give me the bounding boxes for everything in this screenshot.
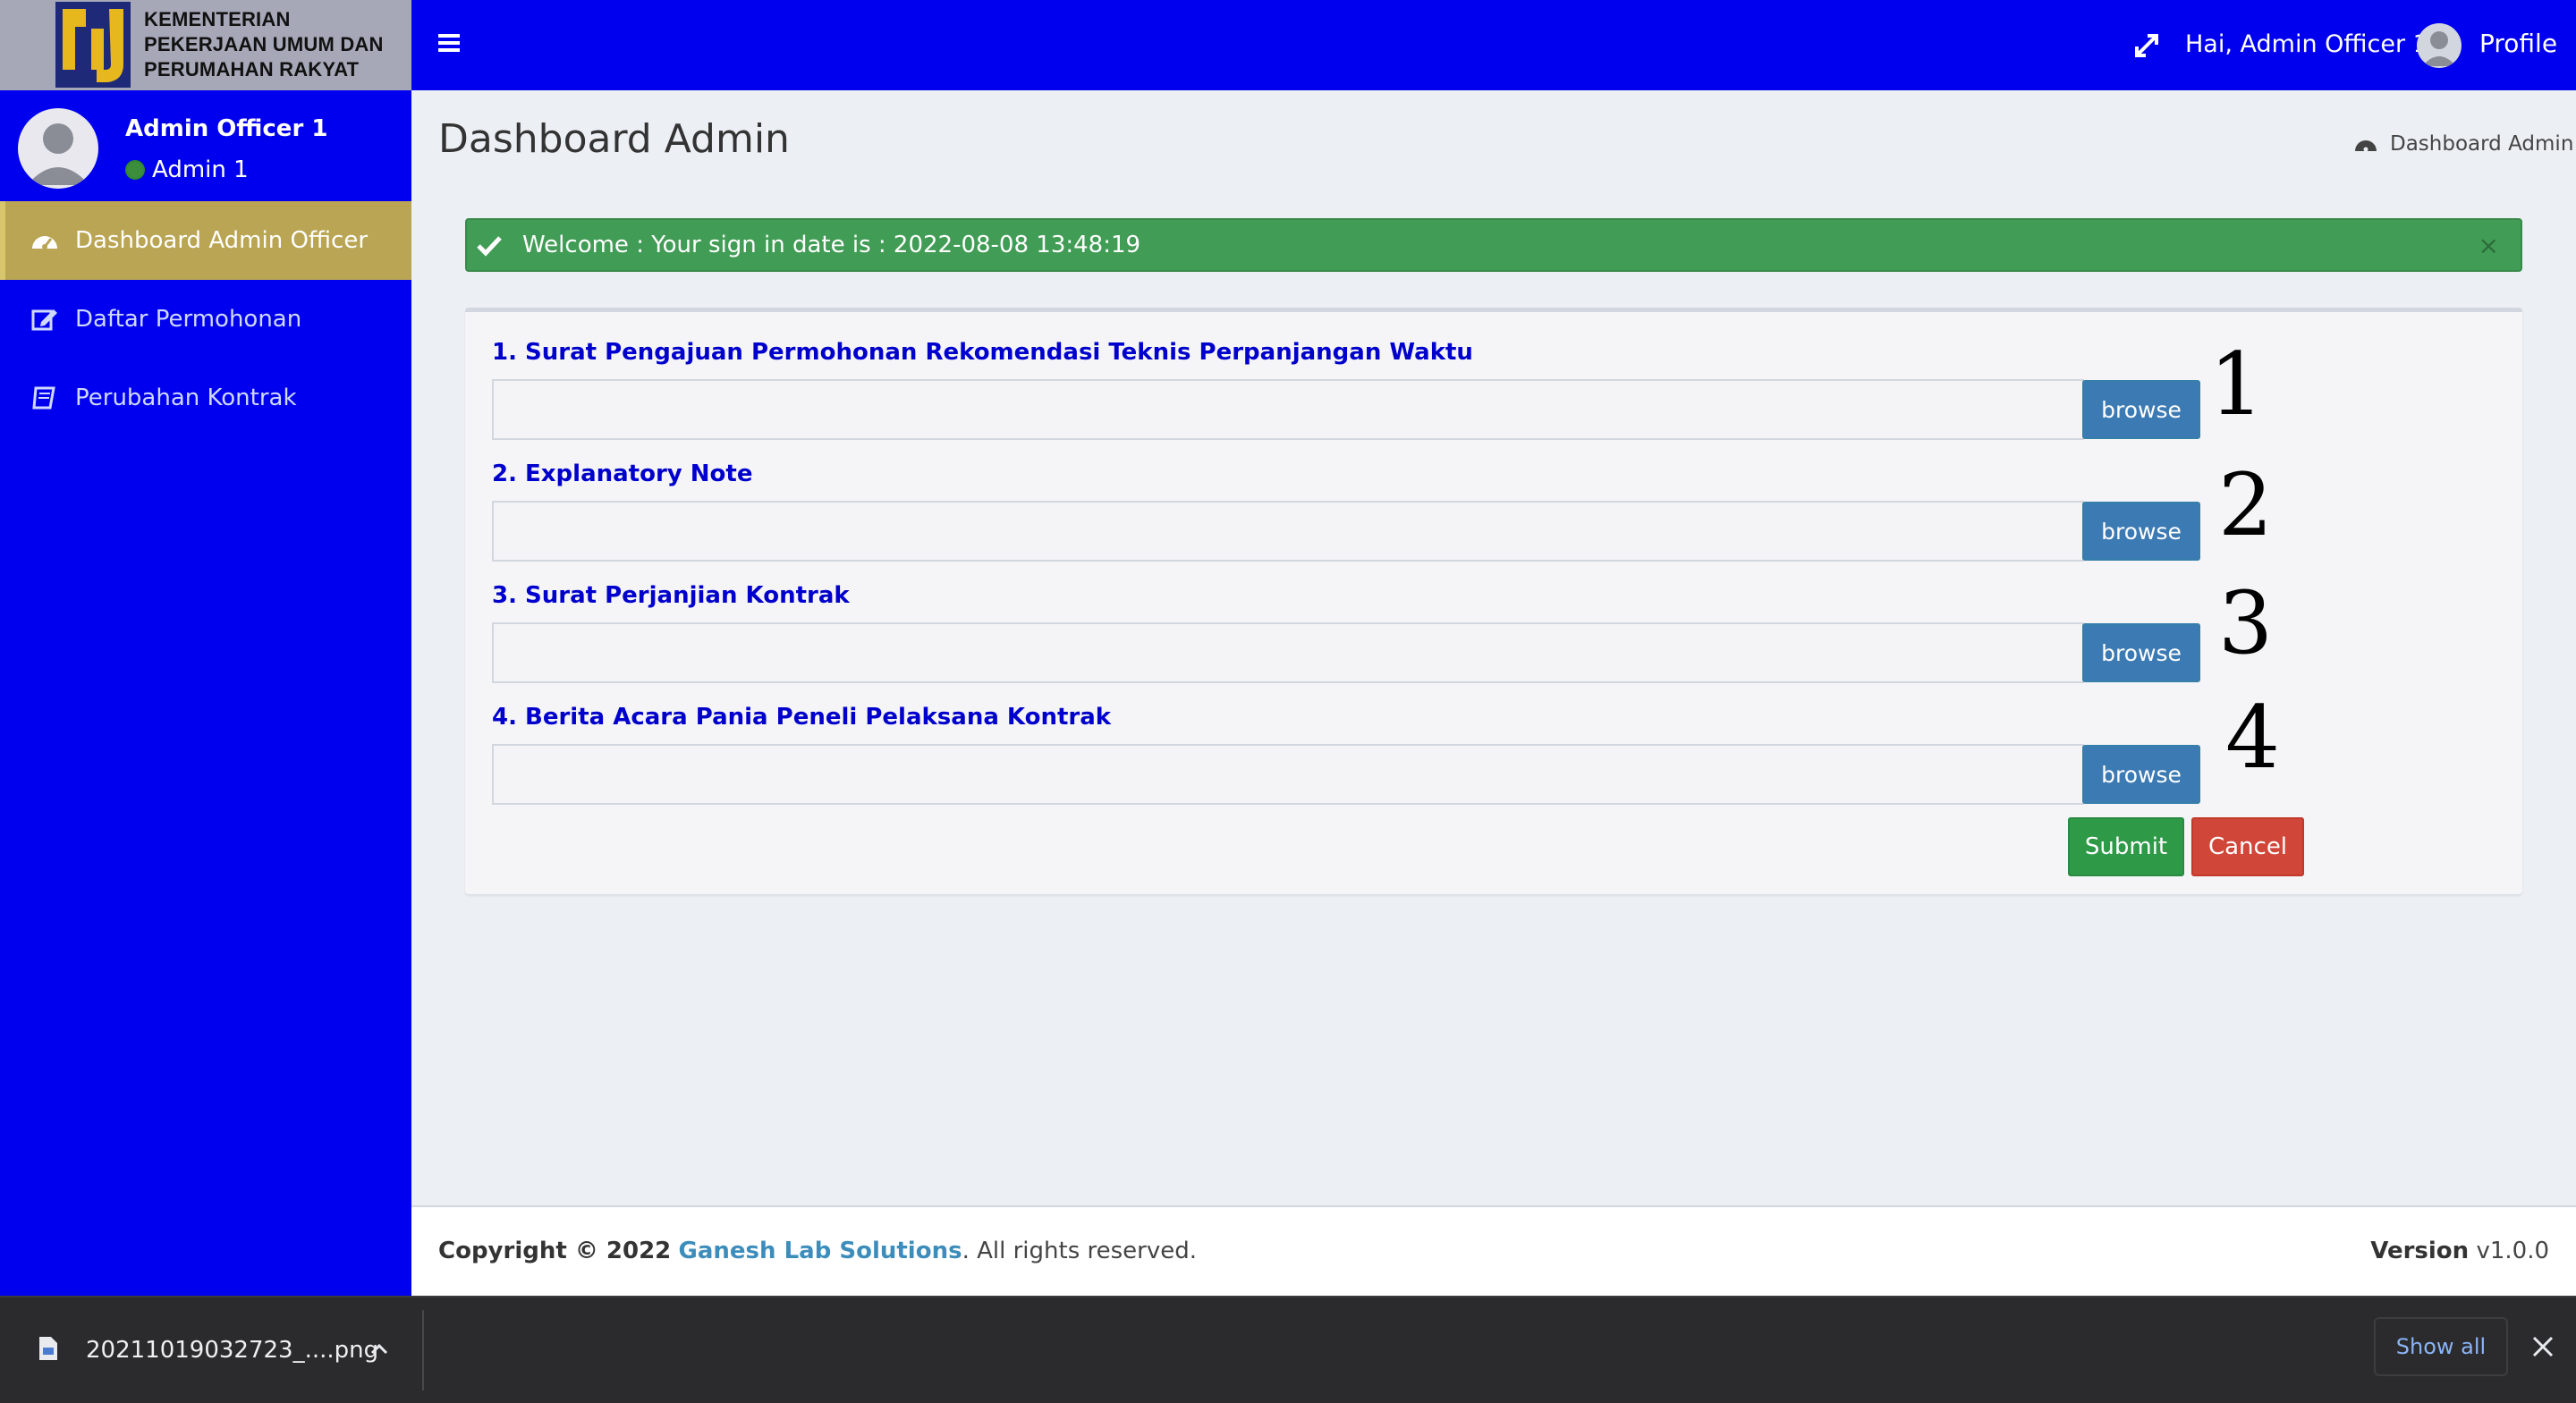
copyright: Copyright © 2022 Ganesh Lab Solutions. A… — [438, 1238, 1197, 1264]
handwritten-annotation-1: 1 — [2209, 334, 2265, 435]
copyright-suffix: . All rights reserved. — [962, 1238, 1198, 1264]
version-info: Version v1.0.0 — [2370, 1238, 2549, 1264]
file-input-4[interactable] — [492, 744, 2084, 805]
edit-icon — [31, 309, 57, 331]
logo-line-3: PERUMAHAN RAKYAT — [144, 58, 360, 80]
close-icon[interactable] — [2529, 1333, 2556, 1360]
browse-button-3[interactable]: browse — [2082, 623, 2200, 682]
sidebar-item-label: Dashboard Admin Officer — [75, 227, 369, 254]
welcome-alert: Welcome : Your sign in date is : 2022-08… — [465, 218, 2522, 272]
submit-button[interactable]: Submit — [2068, 817, 2184, 876]
footer: Copyright © 2022 Ganesh Lab Solutions. A… — [411, 1205, 2576, 1296]
profile-link[interactable]: Profile — [2479, 29, 2557, 58]
avatar[interactable] — [2417, 23, 2462, 68]
sidebar-user-role: Admin 1 — [152, 156, 249, 183]
browse-button-2[interactable]: browse — [2082, 502, 2200, 561]
ministry-name: KEMENTERIAN PEKERJAAN UMUM DAN PERUMAHAN… — [144, 7, 384, 82]
chevron-up-icon[interactable] — [369, 1339, 390, 1360]
field-label-4: 4. Berita Acara Pania Peneli Pelaksana K… — [492, 704, 1112, 731]
upload-form: 1. Surat Pengajuan Permohonan Rekomendas… — [465, 308, 2522, 894]
sidebar-user-status: Admin 1 — [125, 156, 249, 183]
download-bar: 20211019032723_....png Show all — [0, 1296, 2576, 1403]
show-all-button[interactable]: Show all — [2374, 1317, 2508, 1376]
field-label-2: 2. Explanatory Note — [492, 461, 753, 487]
copyright-prefix: Copyright © 2022 — [438, 1238, 672, 1264]
user-avatar-icon — [2422, 31, 2456, 66]
sidebar-item-perubahan-kontrak[interactable]: Perubahan Kontrak — [0, 359, 411, 437]
field-label-3: 3. Surat Perjanjian Kontrak — [492, 582, 850, 609]
user-greeting[interactable]: Hai, Admin Officer 1 — [2185, 30, 2428, 58]
file-icon — [39, 1337, 57, 1360]
file-input-1[interactable] — [492, 379, 2084, 440]
logo-line-1: KEMENTERIAN — [144, 8, 291, 30]
top-navbar: Hai, Admin Officer 1 Profile — [411, 0, 2576, 90]
handwritten-annotation-2: 2 — [2218, 455, 2274, 555]
dashboard-icon — [2355, 140, 2377, 152]
sidebar-item-daftar-permohonan[interactable]: Daftar Permohonan — [0, 280, 411, 359]
file-input-2[interactable] — [492, 501, 2084, 562]
file-input-3[interactable] — [492, 622, 2084, 683]
ministry-logo-icon — [55, 2, 131, 88]
handwritten-annotation-3: 3 — [2218, 573, 2274, 673]
user-avatar-icon — [27, 123, 89, 185]
version-value: v1.0.0 — [2476, 1238, 2549, 1264]
check-icon — [477, 236, 502, 257]
brand-link[interactable]: Ganesh Lab Solutions — [679, 1238, 962, 1264]
sidebar-item-dashboard[interactable]: Dashboard Admin Officer — [0, 201, 411, 280]
expand-icon[interactable] — [2133, 32, 2160, 59]
hamburger-icon[interactable] — [438, 30, 460, 59]
cancel-button[interactable]: Cancel — [2191, 817, 2304, 876]
dashboard-icon — [32, 236, 57, 249]
divider — [422, 1310, 424, 1390]
page-title: Dashboard Admin — [438, 116, 790, 162]
field-label-1: 1. Surat Pengajuan Permohonan Rekomendas… — [492, 339, 1473, 366]
breadcrumb-label: Dashboard Admin — [2390, 132, 2574, 156]
sidebar: Admin Officer 1 Admin 1 Dashboard Admin … — [0, 90, 411, 1296]
online-status-icon — [125, 160, 145, 180]
sidebar-user-name: Admin Officer 1 — [125, 115, 328, 142]
sidebar-item-label: Daftar Permohonan — [75, 306, 302, 333]
user-panel: Admin Officer 1 Admin 1 — [0, 90, 411, 201]
sidebar-menu: Dashboard Admin Officer Daftar Permohona… — [0, 201, 411, 437]
avatar — [18, 108, 98, 189]
breadcrumb[interactable]: Dashboard Admin — [2354, 132, 2573, 156]
browse-button-1[interactable]: browse — [2082, 380, 2200, 439]
handwritten-annotation-4: 4 — [2225, 688, 2281, 788]
logo-line-2: PEKERJAAN UMUM DAN — [144, 33, 384, 55]
download-filename[interactable]: 20211019032723_....png — [86, 1337, 378, 1364]
browse-button-4[interactable]: browse — [2082, 745, 2200, 804]
brand-logo-area[interactable]: KEMENTERIAN PEKERJAAN UMUM DAN PERUMAHAN… — [0, 0, 411, 90]
sidebar-item-label: Perubahan Kontrak — [75, 385, 297, 411]
close-icon[interactable]: × — [2479, 231, 2499, 260]
alert-message: Welcome : Your sign in date is : 2022-08… — [522, 232, 1141, 258]
book-icon — [32, 386, 55, 410]
version-label: Version — [2370, 1238, 2470, 1264]
